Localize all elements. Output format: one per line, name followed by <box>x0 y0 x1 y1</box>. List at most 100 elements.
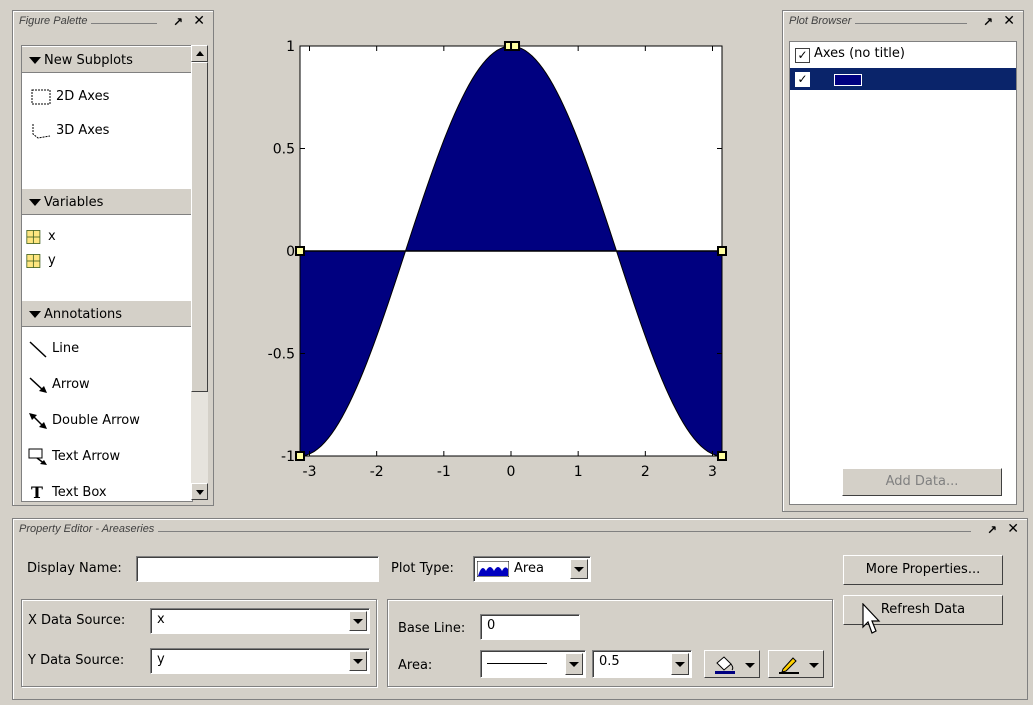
undock-icon[interactable]: ↗ <box>987 523 997 537</box>
variable-grid-icon <box>26 230 41 244</box>
plot-type-value: Area <box>514 561 544 576</box>
display-name-input[interactable] <box>136 556 379 582</box>
y-tick-label: -1 <box>281 449 295 465</box>
fill-color-button[interactable] <box>704 650 760 678</box>
arrow-up-icon <box>196 51 204 56</box>
annotation-label: Text Box <box>52 485 107 500</box>
section-annotations-label: Annotations <box>44 307 123 322</box>
selection-handle[interactable] <box>717 246 727 256</box>
annotation-label: Line <box>52 341 80 356</box>
property-editor-title: Property Editor - Areaseries <box>19 523 159 535</box>
selection-handle[interactable] <box>510 41 521 51</box>
y-tick-label: 0.5 <box>273 142 295 158</box>
line-width-value: 0.5 <box>599 654 620 669</box>
y-data-source-label: Y Data Source: <box>28 653 125 668</box>
browser-item-areaseries[interactable]: ✓ <box>790 68 1016 90</box>
x-tick-label: -3 <box>303 464 317 480</box>
annotation-label: Text Arrow <box>52 449 121 464</box>
x-data-source-label: X Data Source: <box>28 613 126 628</box>
y-tick-label: -0.5 <box>268 347 295 363</box>
area-plot-icon <box>477 561 509 577</box>
arrow-icon <box>29 377 47 393</box>
section-new-subplots-label: New Subplots <box>44 53 133 68</box>
plot-type-dropdown-button[interactable] <box>570 559 588 579</box>
plot-browser-title: Plot Browser <box>789 15 856 27</box>
palette-scrollbar[interactable] <box>191 45 208 500</box>
x-tick-label: 3 <box>708 464 717 480</box>
plot-browser-list: ✓ Axes (no title) ✓ Add Data... <box>789 41 1017 505</box>
dropdown-arrow-icon <box>745 663 755 668</box>
line-style-dropdown-button[interactable] <box>565 653 583 675</box>
plot-browser-panel: Plot Browser ↗ ✕ ✓ Axes (no title) ✓ Add… <box>782 10 1024 512</box>
area-style-group: Base Line: 0 Area: 0.5 <box>387 599 833 687</box>
figure-palette-list: New Subplots 2D Axes 3D Axes Variables x… <box>21 45 193 502</box>
close-icon[interactable]: ✕ <box>1003 13 1015 29</box>
scroll-up-button[interactable] <box>191 45 208 62</box>
section-new-subplots[interactable]: New Subplots <box>22 46 192 73</box>
text-box-icon: T <box>31 483 43 502</box>
undock-icon[interactable]: ↗ <box>983 15 993 29</box>
undock-icon[interactable]: ↗ <box>173 15 183 29</box>
y-data-source-input[interactable]: y <box>150 648 370 674</box>
line-style-select[interactable] <box>480 650 586 678</box>
3d-axes-icon <box>32 124 51 139</box>
dropdown-arrow-icon <box>353 659 363 664</box>
series-color-swatch <box>834 74 862 86</box>
x-tick-label: -1 <box>437 464 451 480</box>
collapse-triangle-icon[interactable] <box>29 57 41 64</box>
selection-handle[interactable] <box>295 451 305 461</box>
scroll-down-button[interactable] <box>191 483 208 500</box>
y-source-dropdown-button[interactable] <box>349 651 367 671</box>
section-variables[interactable]: Variables <box>22 188 192 215</box>
y-tick-label: 0 <box>286 244 295 260</box>
line-icon <box>29 341 47 358</box>
pen-icon <box>779 657 799 674</box>
dropdown-arrow-icon <box>809 663 819 668</box>
line-width-select[interactable]: 0.5 <box>592 650 692 678</box>
2d-axes-icon <box>31 89 51 105</box>
edge-color-button[interactable] <box>768 650 824 678</box>
display-name-label: Display Name: <box>27 561 122 576</box>
x-tick-label: 2 <box>641 464 650 480</box>
close-icon[interactable]: ✕ <box>193 13 205 29</box>
series-checkbox[interactable]: ✓ <box>795 72 810 87</box>
close-icon[interactable]: ✕ <box>1007 521 1019 537</box>
annotation-label: Arrow <box>52 377 90 392</box>
paint-bucket-icon <box>715 656 735 674</box>
section-variables-label: Variables <box>44 195 104 210</box>
panel-title-rule <box>19 531 971 532</box>
x-data-source-input[interactable]: x <box>150 608 370 634</box>
palette-item-label: 2D Axes <box>56 89 110 104</box>
y-tick-label: 1 <box>286 39 295 55</box>
figure-canvas: 1 0.5 0 -0.5 -1 -3 -2 -1 0 1 2 3 <box>268 39 727 480</box>
x-source-dropdown-button[interactable] <box>349 611 367 631</box>
collapse-triangle-icon[interactable] <box>29 199 41 206</box>
y-data-source-value: y <box>157 652 165 667</box>
text-arrow-icon <box>28 448 47 465</box>
double-arrow-icon <box>29 413 47 429</box>
add-data-button[interactable]: Add Data... <box>842 468 1002 496</box>
scroll-thumb[interactable] <box>191 62 208 392</box>
browser-item-axes[interactable]: ✓ Axes (no title) <box>790 44 1016 66</box>
dropdown-arrow-icon <box>675 662 685 667</box>
selection-handle[interactable] <box>717 451 727 461</box>
axes-label: Axes (no title) <box>814 46 905 61</box>
plot-type-label: Plot Type: <box>391 561 454 576</box>
x-tick-label: -2 <box>370 464 384 480</box>
base-line-input[interactable]: 0 <box>480 614 580 640</box>
dropdown-arrow-icon <box>574 567 584 572</box>
variable-label: x <box>48 229 56 244</box>
axes-checkbox[interactable]: ✓ <box>795 48 810 63</box>
area-label: Area: <box>398 658 433 673</box>
line-width-dropdown-button[interactable] <box>671 653 689 675</box>
collapse-triangle-icon[interactable] <box>29 311 41 318</box>
plot-type-select[interactable]: Area <box>473 556 591 582</box>
more-properties-button[interactable]: More Properties... <box>843 555 1003 585</box>
dropdown-arrow-icon <box>569 662 579 667</box>
figure-palette-panel: Figure Palette ↗ ✕ New Subplots 2D Axes … <box>12 10 214 506</box>
axes[interactable]: 1 0.5 0 -0.5 -1 -3 -2 -1 0 1 2 3 <box>268 39 727 480</box>
x-tick-label: 1 <box>574 464 583 480</box>
section-annotations[interactable]: Annotations <box>22 300 192 327</box>
palette-item-label: 3D Axes <box>56 123 110 138</box>
selection-handle[interactable] <box>295 246 305 256</box>
